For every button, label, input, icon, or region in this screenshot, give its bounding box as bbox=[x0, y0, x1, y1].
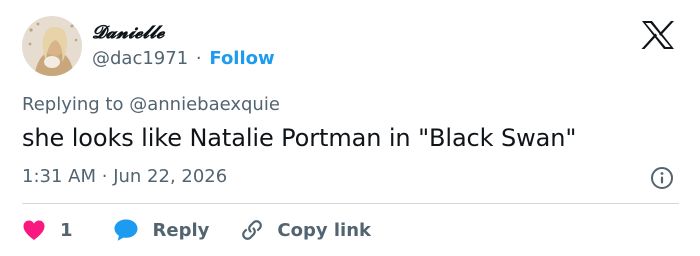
timestamp-separator: · bbox=[101, 166, 108, 187]
reply-context-mention[interactable]: @anniebaexquie bbox=[129, 94, 280, 115]
reply-label: Reply bbox=[152, 219, 210, 241]
tweet-text: she looks like Natalie Portman in "Black… bbox=[22, 124, 577, 152]
tweet-time: 1:31 AM bbox=[22, 166, 96, 187]
copy-link-button[interactable]: Copy link bbox=[239, 217, 371, 243]
reply-context-prefix: Replying to bbox=[22, 94, 124, 115]
copy-link-label: Copy link bbox=[277, 219, 371, 241]
tweet-timestamp[interactable]: 1:31 AM · Jun 22, 2026 bbox=[22, 166, 227, 187]
author-display-name[interactable]: 𝓓𝓪𝓷𝓲𝓮𝓵𝓵𝓮 bbox=[92, 22, 164, 43]
like-count: 1 bbox=[60, 219, 73, 241]
follow-button[interactable]: Follow bbox=[209, 48, 274, 69]
author-handle-row: @dac1971 · Follow bbox=[92, 48, 275, 69]
link-icon bbox=[242, 220, 263, 240]
info-icon[interactable] bbox=[650, 166, 674, 190]
author-handle[interactable]: @dac1971 bbox=[92, 48, 188, 69]
divider bbox=[22, 203, 679, 204]
avatar[interactable] bbox=[22, 16, 82, 76]
avatar-image bbox=[22, 16, 82, 76]
x-logo-icon[interactable] bbox=[640, 20, 676, 50]
tweet-date: Jun 22, 2026 bbox=[113, 166, 228, 187]
speech-bubble-icon bbox=[114, 219, 138, 241]
like-button[interactable]: 1 bbox=[22, 219, 73, 241]
reply-button[interactable]: Reply bbox=[113, 218, 210, 242]
reply-context: Replying to @anniebaexquie bbox=[22, 94, 280, 115]
heart-icon bbox=[23, 220, 45, 240]
handle-separator: · bbox=[195, 48, 202, 69]
tweet-actions: 1 Reply Copy link bbox=[22, 216, 371, 244]
